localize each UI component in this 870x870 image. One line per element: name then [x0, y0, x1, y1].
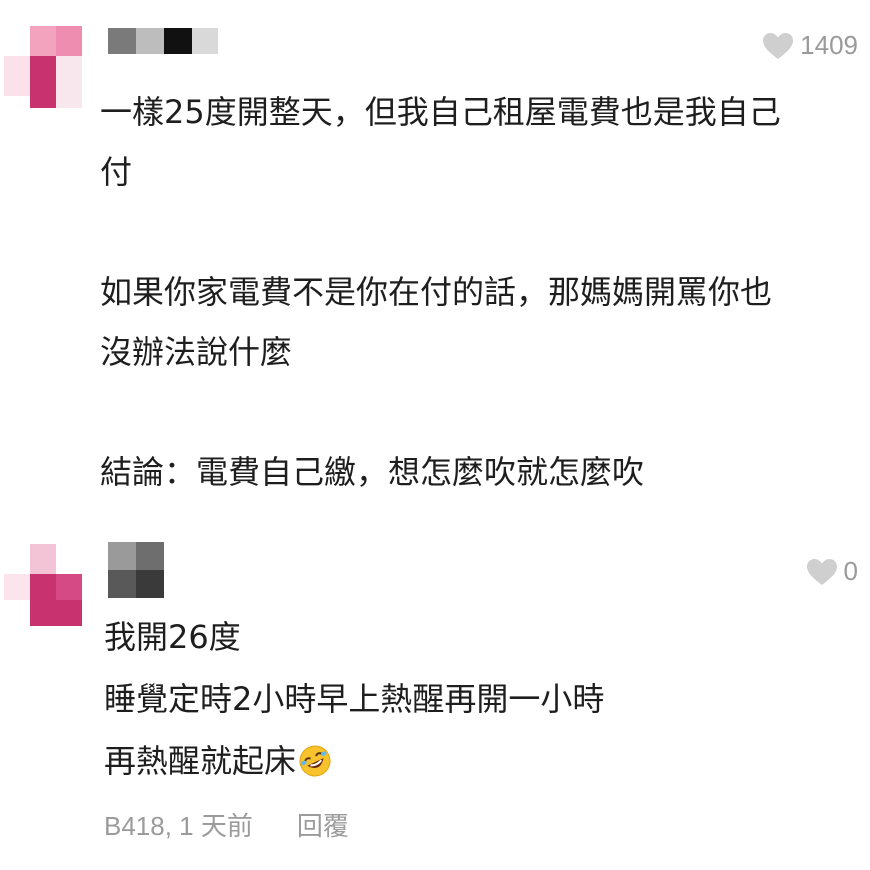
heart-icon	[763, 32, 794, 59]
comment-meta: B418, 1 天前 回覆	[104, 806, 349, 843]
rolling-laughing-emoji-icon	[299, 745, 331, 777]
comment-line: 付	[100, 153, 133, 191]
comment-text: 我開26度 睡覺定時2小時早上熱醒再開一小時 再熱醒就起床	[104, 606, 852, 792]
heart-icon	[806, 558, 837, 585]
like-button[interactable]: 1409	[762, 30, 858, 61]
comment-text: 一樣25度開整天，但我自己租屋電費也是我自己 付 如果你家電費不是你在付的話，那…	[100, 82, 852, 502]
avatar[interactable]	[0, 22, 90, 112]
like-count: 1409	[800, 30, 858, 60]
comment-line: 睡覺定時2小時早上熱醒再開一小時	[104, 680, 605, 718]
comment-line: 我開26度	[104, 618, 241, 656]
comment-line: 如果你家電費不是你在付的話，那媽媽開罵你也	[100, 273, 773, 311]
comment-line: 一樣25度開整天，但我自己租屋電費也是我自己	[100, 93, 781, 131]
comment-line-text: 再熱醒就起床	[104, 742, 297, 780]
comment-1: 1409 一樣25度開整天，但我自己租屋電費也是我自己 付 如果你家電費不是你在…	[0, 0, 870, 520]
like-count: 0	[843, 556, 858, 586]
reply-button[interactable]: 回覆	[297, 806, 349, 843]
comment-line: 結論：電費自己繳，想怎麼吹就怎麼吹	[100, 453, 645, 491]
comment-line	[100, 382, 852, 442]
comment-author-time: B418, 1 天前	[104, 811, 253, 841]
like-button[interactable]: 0	[806, 556, 858, 587]
comment-line: 沒辦法說什麼	[100, 333, 293, 371]
comment-line: 再熱醒就起床	[104, 730, 852, 792]
comment-2: 0 我開26度 睡覺定時2小時早上熱醒再開一小時 再熱醒就起床 B418, 1 …	[0, 530, 870, 870]
avatar[interactable]	[0, 542, 90, 632]
comment-line	[100, 202, 852, 262]
